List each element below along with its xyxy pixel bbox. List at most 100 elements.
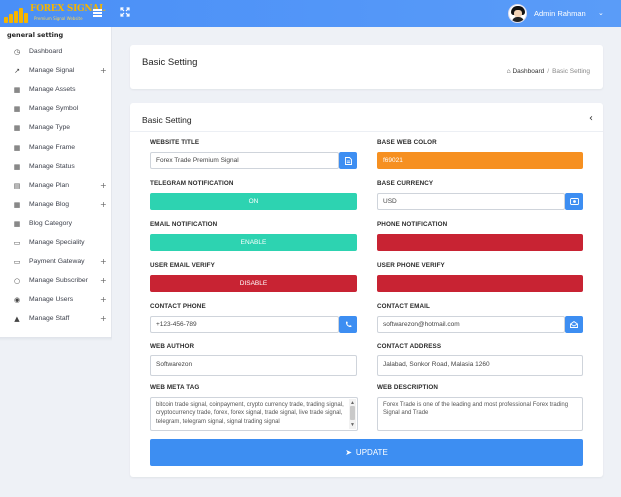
logo-chart-icon: [4, 7, 30, 23]
sidebar-item-blog-category[interactable]: ▦ Blog Category: [0, 215, 112, 234]
plus-icon[interactable]: +: [100, 181, 107, 190]
web-author-input[interactable]: Softwarezon: [150, 355, 357, 376]
sidebar-item-label: Blog Category: [29, 219, 73, 227]
sidebar-divider: [0, 337, 112, 341]
sidebar-item-manage-staff[interactable]: ▲ Manage Staff +: [0, 310, 112, 329]
web-author-label: WEB AUTHOR: [150, 343, 195, 350]
sidebar-item-manage-assets[interactable]: ▦ Manage Assets: [0, 81, 112, 100]
credit-card-icon: ▭: [13, 258, 21, 267]
user-avatar[interactable]: [508, 4, 527, 23]
sidebar-item-dashboard[interactable]: ◷ Dashboard: [0, 43, 112, 62]
collapse-chevron-icon[interactable]: ‹: [589, 113, 593, 124]
grid-icon: ▦: [13, 143, 21, 152]
telegram-notification-toggle[interactable]: ON: [150, 193, 357, 210]
menu-toggle-icon[interactable]: [93, 9, 102, 17]
breadcrumb-separator: /: [547, 68, 550, 75]
plus-icon[interactable]: +: [100, 314, 107, 323]
sidebar-item-manage-users[interactable]: ◉ Manage Users +: [0, 291, 112, 310]
sidebar-item-label: Manage Staff: [29, 315, 70, 323]
user-secret-icon: ▲: [14, 315, 20, 324]
sidebar-item-manage-status[interactable]: ▦ Manage Status: [0, 158, 112, 177]
contact-phone-input[interactable]: +123-456-789: [150, 316, 339, 333]
sidebar-item-manage-speciality[interactable]: ▭ Manage Speciality: [0, 234, 112, 253]
update-button[interactable]: ➤ UPDATE: [150, 439, 583, 466]
user-email-verify-toggle[interactable]: DISABLE: [150, 275, 357, 292]
web-meta-tag-value: bitcoin trade signal, coinpayment, crypt…: [156, 402, 344, 425]
contact-phone-label: CONTACT PHONE: [150, 303, 206, 310]
base-web-color-input[interactable]: f69021: [377, 152, 583, 169]
sidebar-item-manage-plan[interactable]: ▤ Manage Plan +: [0, 177, 112, 196]
sidebar-heading: general setting: [7, 31, 64, 39]
user-phone-verify-label: USER PHONE VERIFY: [377, 262, 445, 269]
web-description-textarea[interactable]: Forex Trade is one of the leading and mo…: [377, 397, 583, 431]
telegram-notification-label: TELEGRAM NOTIFICATION: [150, 180, 234, 187]
document-icon: [339, 152, 357, 169]
scroll-down-icon[interactable]: ▼: [349, 421, 356, 429]
sidebar-item-label: Payment Gateway: [29, 258, 85, 266]
users-icon: ◉: [13, 296, 21, 305]
grid-icon: ▦: [13, 124, 21, 133]
plus-icon[interactable]: +: [100, 200, 107, 209]
breadcrumb-current: Basic Setting: [552, 68, 590, 75]
email-notification-label: EMAIL NOTIFICATION: [150, 221, 218, 228]
grid-icon: ▦: [13, 105, 21, 114]
sidebar-item-label: Manage Symbol: [29, 105, 79, 113]
phone-notification-toggle[interactable]: [377, 234, 583, 251]
brand-subtitle: Premium Signal Website: [34, 16, 83, 21]
website-title-input[interactable]: Forex Trade Premium Signal: [150, 152, 339, 169]
web-meta-tag-label: WEB META TAG: [150, 384, 200, 391]
sidebar-item-label: Manage Status: [29, 162, 75, 170]
user-email-verify-label: USER EMAIL VERIFY: [150, 262, 215, 269]
card-title: Basic Setting: [142, 115, 192, 125]
sidebar-item-manage-signal[interactable]: ↗ Manage Signal +: [0, 62, 112, 81]
sidebar-item-manage-frame[interactable]: ▦ Manage Frame: [0, 139, 112, 158]
user-name[interactable]: Admin Rahman: [534, 9, 586, 18]
sidebar-item-label: Manage Plan: [29, 181, 70, 189]
sidebar-item-payment-gateway[interactable]: ▭ Payment Gateway +: [0, 253, 112, 272]
sidebar-item-label: Manage Frame: [29, 143, 76, 151]
user-phone-verify-toggle[interactable]: [377, 275, 583, 292]
sidebar-item-label: Manage Type: [29, 124, 71, 132]
base-web-color-label: BASE WEB COLOR: [377, 139, 437, 146]
phone-icon: [339, 316, 357, 333]
sidebar-item-label: Manage Signal: [29, 67, 75, 75]
base-currency-input[interactable]: USD: [377, 193, 565, 210]
sidebar-item-manage-type[interactable]: ▦ Manage Type: [0, 119, 112, 138]
phone-notification-label: PHONE NOTIFICATION: [377, 221, 448, 228]
grid-icon: ▦: [13, 219, 21, 228]
sidebar-item-manage-subscriber[interactable]: ○ Manage Subscriber +: [0, 272, 112, 291]
breadcrumb-home[interactable]: ⌂ Dashboard: [507, 68, 545, 75]
sidebar: general setting ◷ Dashboard ↗ Manage Signal…: [0, 27, 112, 337]
web-meta-tag-textarea[interactable]: bitcoin trade signal, coinpayment, crypt…: [150, 397, 358, 431]
plus-icon[interactable]: +: [100, 257, 107, 266]
brand-logo[interactable]: FOREX SIGNAL Premium Signal Website: [4, 4, 105, 24]
sidebar-item-manage-symbol[interactable]: ▦ Manage Symbol: [0, 100, 112, 119]
sidebar-item-manage-blog[interactable]: ▦ Manage Blog +: [0, 196, 112, 215]
grid-icon: ▦: [13, 86, 21, 95]
plus-icon[interactable]: +: [100, 295, 107, 304]
home-icon: ⌂: [506, 68, 511, 75]
plus-icon[interactable]: +: [100, 66, 107, 75]
card-divider: [130, 131, 603, 132]
breadcrumb-home-label[interactable]: Dashboard: [512, 68, 544, 75]
fullscreen-icon[interactable]: [120, 7, 130, 17]
email-notification-toggle[interactable]: ENABLE: [150, 234, 357, 251]
money-icon: [565, 193, 583, 210]
sidebar-item-label: Dashboard: [29, 48, 63, 55]
sidebar-item-label: Manage Subscriber: [29, 277, 88, 285]
web-description-label: WEB DESCRIPTION: [377, 384, 438, 391]
chevron-down-icon[interactable]: ⌄: [598, 9, 604, 17]
textarea-scrollbar[interactable]: ▲ ▼: [349, 399, 356, 429]
contact-address-label: CONTACT ADDRESS: [377, 343, 442, 350]
base-currency-label: BASE CURRENCY: [377, 180, 434, 187]
chat-icon: ○: [13, 277, 21, 286]
plus-icon[interactable]: +: [100, 276, 107, 285]
gauge-icon: ◷: [13, 48, 21, 56]
basic-setting-card: Basic Setting ‹ WEBSITE TITLE Forex Trad…: [130, 103, 603, 477]
contact-email-input[interactable]: softwarezon@hotmail.com: [377, 316, 565, 333]
contact-address-input[interactable]: Jalabad, Sonkor Road, Malasia 1260: [377, 355, 583, 376]
chart-line-icon: ↗: [14, 67, 20, 76]
cube-icon: ▭: [13, 239, 21, 247]
envelope-open-icon: [565, 316, 583, 333]
website-title-label: WEBSITE TITLE: [150, 139, 200, 146]
